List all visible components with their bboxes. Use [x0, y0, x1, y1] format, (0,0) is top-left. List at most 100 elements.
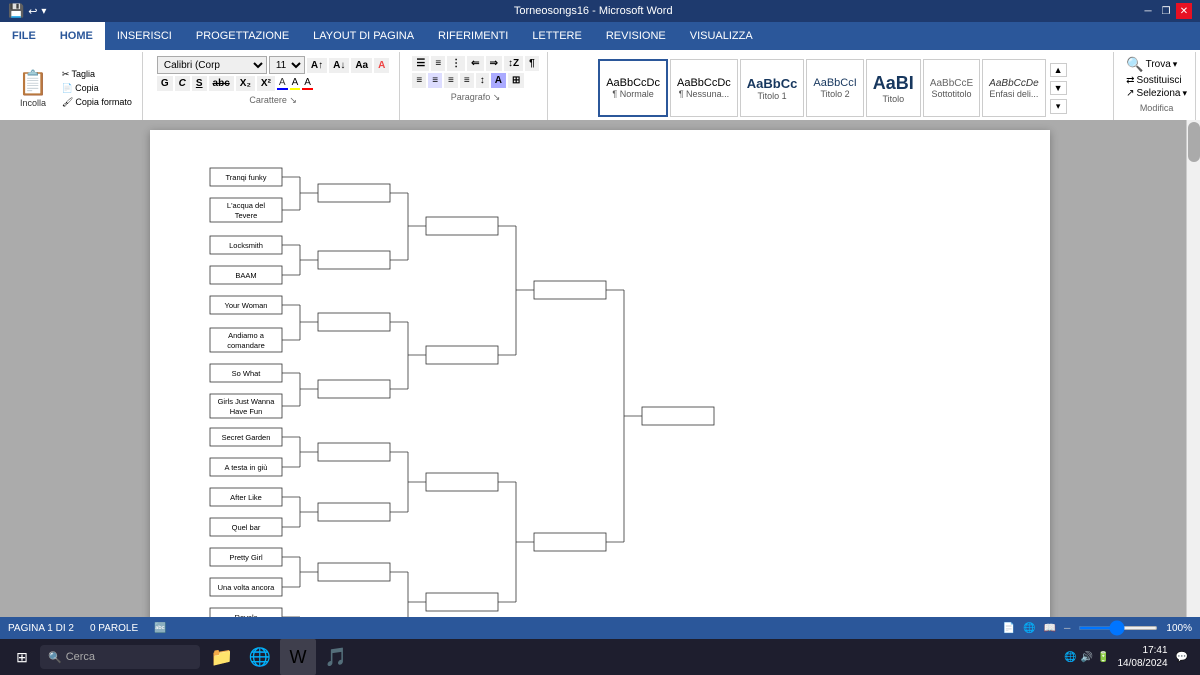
multilevel-list-button[interactable]: ⋮ — [447, 56, 465, 71]
start-button[interactable]: ⊞ — [4, 639, 40, 675]
notification-icon[interactable]: 💬 — [1176, 652, 1188, 663]
align-right-button[interactable]: ≡ — [444, 73, 458, 88]
taskbar: ⊞ 🔍 Cerca 📁 🌐 W 🎵 🌐 🔊 🔋 17:41 14/08/2024… — [0, 639, 1200, 675]
sostituisci-button[interactable]: ⇄ Sostituisci — [1126, 75, 1187, 86]
strikethrough-button[interactable]: abc — [209, 76, 234, 91]
search-label: Cerca — [66, 651, 95, 663]
bold-button[interactable]: G — [157, 76, 173, 91]
styles-expand[interactable]: ▾ — [1050, 99, 1067, 114]
svg-text:Have Fun: Have Fun — [230, 407, 263, 416]
word-icon[interactable]: W — [280, 639, 316, 675]
text-color-button[interactable]: A — [302, 77, 313, 90]
decrease-indent-button[interactable]: ⇐ — [467, 56, 483, 71]
vertical-scrollbar[interactable] — [1186, 120, 1200, 617]
trova-button[interactable]: 🔍 Trova ▾ — [1126, 56, 1187, 73]
svg-text:After Like: After Like — [230, 493, 262, 502]
svg-text:Locksmith: Locksmith — [229, 241, 263, 250]
style-titolo2[interactable]: AaBbCcI Titolo 2 — [806, 59, 863, 117]
style-titolo1[interactable]: AaBbCc Titolo 1 — [740, 59, 805, 117]
font-shrink-button[interactable]: A↓ — [329, 58, 349, 73]
zoom-level: 100% — [1166, 623, 1192, 634]
increase-indent-button[interactable]: ⇒ — [486, 56, 502, 71]
sort-button[interactable]: ↕Z — [504, 56, 523, 71]
highlight-button[interactable]: A — [290, 77, 301, 90]
minimize-button[interactable]: ─ — [1140, 3, 1156, 19]
style-sottotitolo[interactable]: AaBbCcE Sottotitolo — [923, 59, 980, 117]
svg-text:Your Woman: Your Woman — [225, 301, 268, 310]
time-display: 17:41 — [1117, 644, 1167, 657]
restore-button[interactable]: ❐ — [1158, 3, 1174, 19]
page: Tranqi funky L'acqua del Tevere Locksmit… — [150, 130, 1050, 617]
view-read-icon[interactable]: 📖 — [1044, 623, 1056, 634]
superscript-button[interactable]: X² — [257, 76, 275, 91]
paragraph-mark-button[interactable]: ¶ — [525, 56, 539, 71]
font-name-select[interactable]: Calibri (Corp — [157, 56, 267, 74]
seleziona-button[interactable]: ↗ Seleziona ▾ — [1126, 88, 1187, 99]
svg-text:comandare: comandare — [227, 341, 265, 350]
tab-home[interactable]: HOME — [48, 22, 105, 50]
align-center-button[interactable]: ≡ — [428, 73, 442, 88]
style-enfasi[interactable]: AaBbCcDe Enfasi deli... — [982, 59, 1045, 117]
search-bar[interactable]: 🔍 Cerca — [40, 645, 200, 669]
network-icon[interactable]: 🌐 — [1064, 652, 1076, 663]
modifica-label: Modifica — [1140, 103, 1174, 113]
battery-icon[interactable]: 🔋 — [1097, 652, 1109, 663]
svg-text:Girls Just Wanna: Girls Just Wanna — [218, 397, 276, 406]
style-titolo[interactable]: AaBI Titolo — [866, 59, 921, 117]
tab-revisione[interactable]: REVISIONE — [594, 22, 678, 50]
bullet-list-button[interactable]: ☰ — [412, 56, 429, 71]
subscript-button[interactable]: X₂ — [236, 76, 255, 91]
copia-formato-button[interactable]: 🖌 Copia formato — [58, 96, 136, 109]
view-print-icon[interactable]: 📄 — [1003, 623, 1015, 634]
svg-text:Pretty Girl: Pretty Girl — [229, 553, 263, 562]
document-area: Tranqi funky L'acqua del Tevere Locksmit… — [0, 120, 1200, 617]
borders-button[interactable]: ⊞ — [508, 73, 524, 88]
svg-text:Secret Garden: Secret Garden — [222, 433, 271, 442]
incolla-button[interactable]: 📋 Incolla — [10, 65, 56, 112]
line-spacing-button[interactable]: ↕ — [476, 73, 489, 88]
chrome-icon[interactable]: 🌐 — [242, 639, 278, 675]
justify-button[interactable]: ≡ — [460, 73, 474, 88]
font-grow-button[interactable]: A↑ — [307, 58, 327, 73]
font-color-button[interactable]: A — [277, 77, 288, 90]
carattere-label: Carattere ↘ — [249, 95, 297, 106]
view-web-icon[interactable]: 🌐 — [1023, 623, 1035, 634]
shading-button[interactable]: A — [491, 73, 506, 88]
svg-text:Andiamo a: Andiamo a — [228, 331, 265, 340]
svg-text:So What: So What — [232, 369, 262, 378]
taglia-button[interactable]: ✂ Taglia — [58, 68, 136, 81]
style-nessuna[interactable]: AaBbCcDc ¶ Nessuna... — [670, 59, 738, 117]
styles-scroll-up[interactable]: ▲ — [1050, 63, 1067, 77]
zoom-slider[interactable] — [1078, 626, 1158, 630]
window-title: Torneosongs16 - Microsoft Word — [46, 5, 1140, 17]
tournament-bracket: Tranqi funky L'acqua del Tevere Locksmit… — [190, 150, 1010, 617]
style-normal[interactable]: AaBbCcDc ¶ Normale — [598, 59, 668, 117]
font-size-select[interactable]: 11 — [269, 56, 305, 74]
clear-format-button[interactable]: A — [374, 58, 389, 73]
tab-inserisci[interactable]: INSERISCI — [105, 22, 184, 50]
clock[interactable]: 17:41 14/08/2024 — [1117, 644, 1167, 670]
styles-scroll-down[interactable]: ▼ — [1050, 81, 1067, 95]
tab-layout[interactable]: LAYOUT DI PAGINA — [301, 22, 426, 50]
tab-progettazione[interactable]: PROGETTAZIONE — [184, 22, 301, 50]
numbered-list-button[interactable]: ≡ — [431, 56, 445, 71]
italic-button[interactable]: C — [175, 76, 190, 91]
underline-button[interactable]: S — [192, 76, 207, 91]
tab-riferimenti[interactable]: RIFERIMENTI — [426, 22, 520, 50]
svg-text:Una volta ancora: Una volta ancora — [218, 583, 276, 592]
sys-tray: 🌐 🔊 🔋 — [1064, 652, 1109, 663]
tab-file[interactable]: FILE — [0, 22, 48, 50]
sound-icon[interactable]: 🔊 — [1081, 652, 1093, 663]
file-explorer-icon[interactable]: 📁 — [204, 639, 240, 675]
tab-lettere[interactable]: LETTERE — [520, 22, 594, 50]
copia-button[interactable]: 📄 Copia — [58, 82, 136, 95]
paragrafo-label: Paragrafo ↘ — [451, 92, 501, 103]
date-display: 14/08/2024 — [1117, 657, 1167, 670]
align-left-button[interactable]: ≡ — [412, 73, 426, 88]
tab-visualizza[interactable]: VISUALIZZA — [678, 22, 765, 50]
svg-text:A testa in giù: A testa in giù — [225, 463, 268, 472]
close-button[interactable]: ✕ — [1176, 3, 1192, 19]
spotify-icon[interactable]: 🎵 — [318, 639, 354, 675]
case-button[interactable]: Aa — [351, 58, 372, 73]
proofing-icon[interactable]: 🔤 — [154, 623, 166, 634]
